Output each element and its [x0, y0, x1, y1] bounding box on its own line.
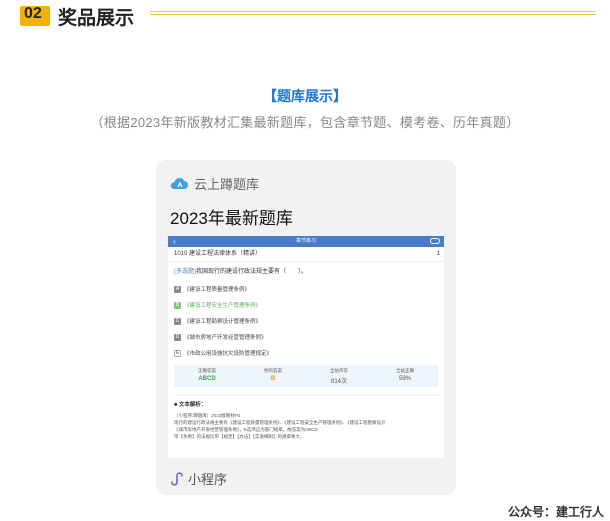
section-divider: [150, 11, 596, 12]
section-divider: [150, 14, 596, 15]
showcase-subheading: （根据2023年新版教材汇集最新题库，包含章节题、模考卷、历年真题）: [90, 115, 520, 130]
section-header: 02 奖品展示: [0, 0, 610, 34]
chapter-row: 1010 建设工程法律体系（精讲） 1: [168, 247, 444, 262]
stat-value: 59%: [398, 376, 411, 382]
stat-value: B: [270, 376, 276, 382]
option-a[interactable]: A 《建设工程质量管理条例》: [168, 281, 444, 297]
analysis-title: ■ 文本解析：: [174, 402, 207, 408]
stat-total-attempts: 全站作答 814次: [306, 365, 372, 387]
option-text: 《建设工程质量管理条例》: [184, 287, 251, 293]
option-b[interactable]: B 《建设工程安全生产管理条例》: [168, 297, 444, 313]
product-card[interactable]: 云上蹲题库 2023年最新题库 ‹ 章节练习 1010 建设工程法律体系（精讲）…: [156, 160, 456, 495]
analysis-body: （小程序:蹲题库）2023版教材P3 现行的建设行政法规主要有《建设工程质量管理…: [174, 413, 386, 439]
wechat-account-credit: 公众号：建工行人: [507, 505, 604, 519]
option-e[interactable]: E 《市政公用设施抗灾设防管理规定》: [168, 345, 444, 361]
card-title: 2023年最新题库: [170, 209, 293, 228]
option-letter: E: [174, 349, 181, 357]
section-number: 02: [24, 5, 42, 22]
miniprogram-label[interactable]: 小程序: [170, 469, 227, 488]
option-text: 《市政公用设施抗灾设防管理规定》: [184, 351, 273, 357]
miniprogram-icon: [170, 471, 184, 486]
section-title: 奖品展示: [58, 8, 135, 29]
stat-accuracy: 全站正确 59%: [372, 365, 438, 387]
stat-label: 你的答案: [264, 368, 282, 373]
stat-value: 814次: [330, 379, 347, 385]
cloud-icon: [170, 176, 188, 190]
capsule-menu-icon[interactable]: [430, 238, 440, 244]
app-screenshot: ‹ 章节练习 1010 建设工程法律体系（精讲） 1 (多选题)我国现行的建设行…: [168, 236, 444, 458]
option-letter: C: [174, 317, 181, 325]
chapter-name: 1010 建设工程法律体系（精讲）: [174, 251, 262, 257]
question-text: (多选题)我国现行的建设行政法规主要有（ ）。: [168, 262, 444, 281]
option-text: 《建设工程勘察设计管理条例》: [184, 319, 262, 325]
stat-your-answer: 你的答案 B: [240, 365, 306, 387]
stat-label: 全站正确: [396, 368, 414, 373]
page-number: 1: [436, 251, 440, 257]
stat-label: 正确答案: [198, 368, 216, 373]
app-title-bar: ‹ 章节练习: [168, 236, 444, 247]
brand-name: 云上蹲题库: [194, 176, 260, 192]
miniprogram-text: 小程序: [188, 472, 228, 487]
card-brand: 云上蹲题库: [170, 174, 259, 192]
option-letter: D: [174, 333, 181, 341]
answer-stats: 正确答案 ABCD 你的答案 B 全站作答 814次 全站正确 59%: [174, 365, 438, 387]
option-text: 《城市房地产开发经营管理条例》: [184, 335, 267, 341]
stat-value: ABCD: [198, 376, 216, 382]
option-letter: A: [174, 285, 181, 293]
stat-correct-answer: 正确答案 ABCD: [174, 365, 240, 387]
option-letter: B: [174, 301, 181, 309]
stat-label: 全站作答: [330, 368, 348, 373]
option-c[interactable]: C 《建设工程勘察设计管理条例》: [168, 313, 444, 329]
app-bar-title: 章节练习: [295, 238, 316, 244]
showcase-heading: 【题库展示】: [263, 88, 347, 104]
question-stem: 我国现行的建设行政法规主要有（ ）。: [196, 269, 308, 275]
question-type-tag: (多选题): [174, 269, 196, 275]
analysis-section: ■ 文本解析： （小程序:蹲题库）2023版教材P3 现行的建设行政法规主要有《…: [174, 395, 438, 440]
option-d[interactable]: D 《城市房地产开发经营管理条例》: [168, 329, 444, 345]
option-text: 《建设工程安全生产管理条例》: [184, 303, 262, 309]
